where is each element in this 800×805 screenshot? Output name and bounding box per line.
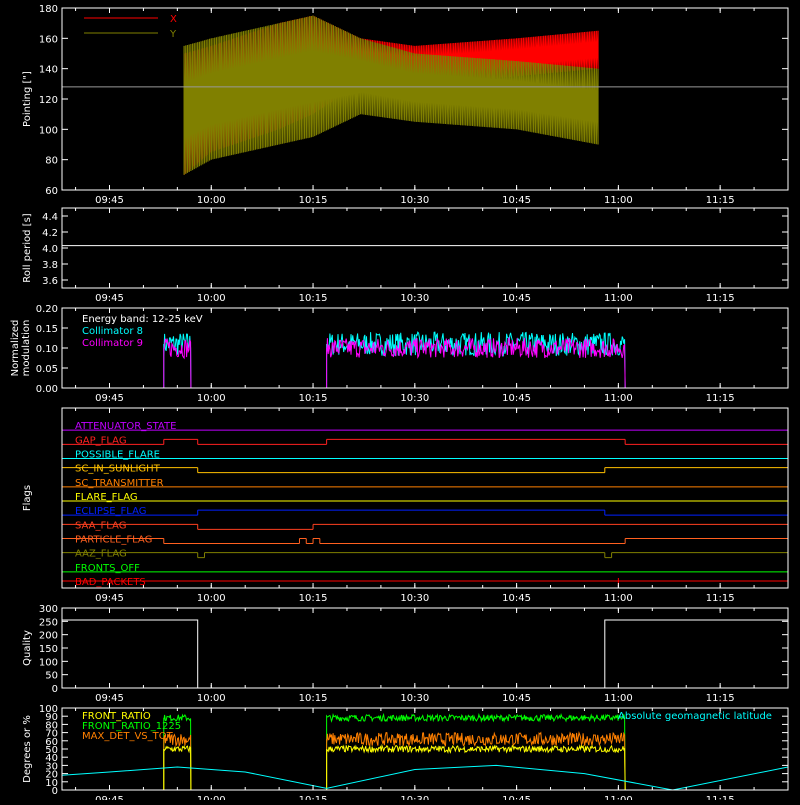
y-tick-label: 100 [39,657,58,668]
flag-label: AAZ_FLAG [75,549,127,560]
x-tick-label: 10:30 [400,693,429,704]
y-tick-label: 100 [39,125,58,136]
y-tick-label: 0.20 [36,304,58,315]
y-tick-label: 0.10 [36,344,58,355]
chart-svg: XY 09:45 10:00 10:15 10:30 10:45 11:00 11:15 60 8… [0,0,800,805]
y-tick-label: 300 [39,604,58,615]
y-tick-label: 140 [39,65,58,76]
x-tick-label: 11:00 [604,593,633,604]
x-tick-label: 11:15 [706,693,735,704]
y-tick-label: 4.0 [42,244,58,255]
x-tick-label: 10:30 [400,393,429,404]
flag-label: ECLIPSE_FLAG [75,506,146,517]
x-tick-label: 09:45 [95,693,124,704]
y-tick-label: 100 [39,704,58,715]
y-axis-label: modulation [21,320,32,377]
x-tick-label: 10:15 [299,693,328,704]
y-axis-label: Flags [22,485,33,511]
x-tick-label: 10:15 [299,195,328,206]
y-tick-label: 250 [39,617,58,628]
flag-label: SC_TRANSMITTER [75,478,164,489]
x-tick-label: 10:00 [197,593,226,604]
x-tick-label: 10:45 [502,795,531,800]
y-tick-label: 50 [45,671,58,682]
legend-label-collimator9: Collimator 9 [82,338,143,349]
y-axis-label: Degrees or % [22,715,33,783]
legend-label-collimator8: Collimator 8 [82,326,143,337]
y-axis-label: Normalized [10,320,21,377]
x-tick-label: 11:15 [706,795,735,800]
x-tick-label: 09:45 [95,795,124,800]
y-tick-label: 3.8 [42,260,58,271]
x-tick-label: 11:15 [706,293,735,304]
flag-label: FRONTS_OFF [75,563,140,574]
x-tick-label: 11:00 [604,693,633,704]
x-tick-label: 10:00 [197,693,226,704]
y-tick-label: 0.15 [36,324,58,335]
x-tick-label: 11:00 [604,195,633,206]
y-tick-label: 4.2 [42,228,58,239]
y-tick-label: 0.00 [36,384,58,395]
x-tick-label: 11:15 [706,393,735,404]
x-tick-label: 11:00 [604,293,633,304]
x-tick-label: 09:45 [95,593,124,604]
x-tick-label: 10:00 [197,195,226,206]
y-tick-label: 80 [45,156,58,167]
legend-label-max-det: MAX_DET_VS_TOT [82,731,174,742]
x-tick-label: 10:30 [400,195,429,206]
x-tick-label: 09:45 [95,195,124,206]
x-tick-label: 11:00 [604,393,633,404]
x-tick-label: 10:45 [502,593,531,604]
legend-label-y: Y [169,29,177,40]
flag-label: GAP_FLAG [75,435,127,446]
flag-label: SC_IN_SUNLIGHT [75,464,161,475]
y-tick-label: 120 [39,95,58,106]
x-tick-label: 10:30 [400,593,429,604]
y-tick-label: 150 [39,644,58,655]
flag-label: POSSIBLE_FLARE [75,450,160,461]
x-tick-label: 11:15 [706,195,735,206]
y-axis-label: Pointing ["] [22,71,33,127]
annotation-energy-band: Energy band: 12-25 keV [82,314,203,325]
x-tick-label: 10:30 [400,795,429,800]
x-tick-label: 10:15 [299,293,328,304]
x-tick-label: 11:15 [706,593,735,604]
x-tick-label: 09:45 [95,393,124,404]
y-tick-label: 0.05 [36,364,58,375]
flag-label: ATTENUATOR_STATE [75,421,176,432]
y-tick-label: 4.4 [42,212,58,223]
x-tick-label: 10:45 [502,693,531,704]
x-tick-label: 10:45 [502,393,531,404]
y-tick-label: 60 [45,186,58,197]
x-tick-label: 10:15 [299,795,328,800]
x-tick-label: 10:45 [502,195,531,206]
x-tick-label: 10:30 [400,293,429,304]
x-tick-label: 10:15 [299,393,328,404]
legend-label-geomag-latitude: Absolute geomagnetic latitude [618,711,772,722]
y-tick-label: 200 [39,631,58,642]
x-tick-label: 10:45 [502,293,531,304]
y-tick-label: 180 [39,4,58,15]
y-tick-label: 3.6 [42,276,58,287]
flag-label: FLARE_FLAG [75,492,138,503]
legend-label-x: X [170,14,177,25]
flag-label: SAA_FLAG [75,520,126,531]
flag-label: BAD_PACKETS [75,577,146,588]
chart-stage: X Y 09:45 10:00 10:15 10:30 10:45 11:00 11:15 60 8… [0,0,800,805]
x-tick-label: 10:00 [197,293,226,304]
y-tick-label: 160 [39,34,58,45]
x-tick-label: 10:00 [197,393,226,404]
x-tick-label: 11:00 [604,795,633,800]
x-tick-label: 09:45 [95,293,124,304]
y-axis-label: Quality [22,630,33,666]
x-tick-label: 10:00 [197,795,226,800]
y-axis-label: Roll period [s] [22,213,33,282]
x-tick-label: 10:15 [299,593,328,604]
flag-label: PARTICLE_FLAG [75,535,152,546]
y-tick-label: 0 [52,684,58,695]
